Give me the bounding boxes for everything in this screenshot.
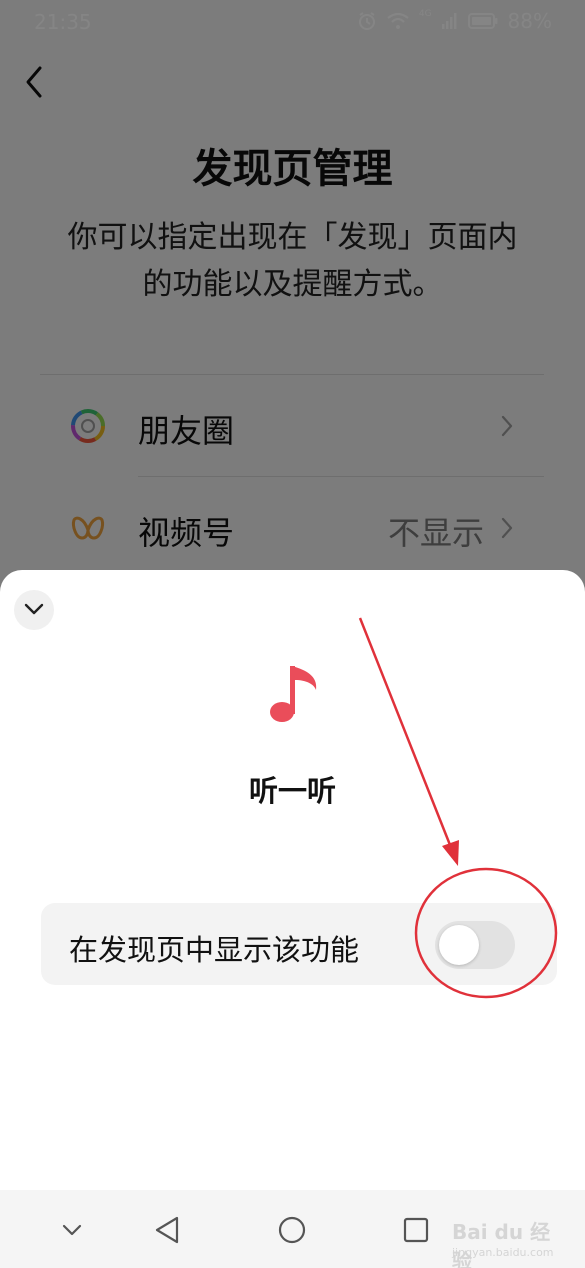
watermark-subtext: jingyan.baidu.com — [452, 1246, 554, 1259]
chevron-down-icon — [24, 603, 44, 615]
show-feature-toggle[interactable] — [435, 921, 515, 969]
setting-row-show-in-discover: 在发现页中显示该功能 — [41, 903, 557, 985]
nav-hide-chevron-icon[interactable] — [52, 1210, 92, 1250]
bottom-sheet: 听一听 在发现页中显示该功能 — [0, 570, 585, 1268]
music-note-icon — [270, 666, 317, 722]
sheet-title: 听一听 — [248, 774, 336, 808]
toggle-knob — [439, 925, 479, 965]
nav-recents-icon[interactable] — [396, 1210, 436, 1250]
nav-back-icon[interactable] — [148, 1210, 188, 1250]
watermark-text: Bai du 经验 — [452, 1220, 551, 1268]
setting-label: 在发现页中显示该功能 — [69, 933, 360, 967]
collapse-button[interactable] — [14, 590, 54, 630]
nav-home-icon[interactable] — [272, 1210, 312, 1250]
baidu-jingyan-watermark: Bai du 经验 jingyan.baidu.com — [452, 1210, 570, 1268]
screen: 21:35 4G 88% 发现页管理 你可以指定出现在「发现」页面内 的功能以及… — [0, 0, 585, 1268]
